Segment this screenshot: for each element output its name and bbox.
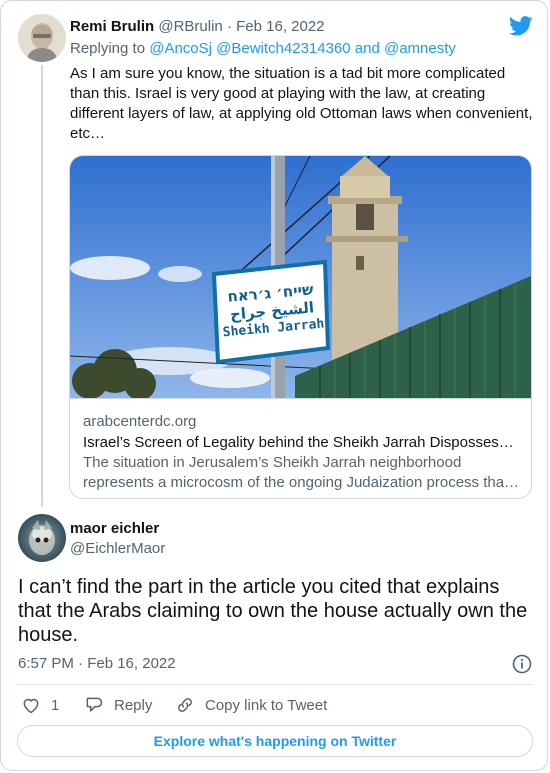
- tweet-text-line: As I am sure you know, the situation is …: [70, 65, 506, 82]
- author-name[interactable]: maor eichler: [70, 519, 159, 539]
- replying-to: Replying to @AncoSj @Bewitch42314360 and…: [70, 39, 456, 59]
- explore-label: Explore what's happening on Twitter: [153, 733, 397, 749]
- main-tweet-text: I can’t find the part in the article you…: [18, 575, 527, 647]
- reply-tweet-header: Remi Brulin @RBrulin · Feb 16, 2022: [70, 17, 325, 37]
- reply-button[interactable]: Reply: [84, 693, 152, 717]
- copy-link-label: Copy link to Tweet: [205, 696, 328, 714]
- heart-icon: [23, 698, 39, 714]
- thread-connector: [41, 65, 43, 507]
- tweet-text-line: etc…: [70, 125, 106, 142]
- author-handle[interactable]: @EichlerMaor: [70, 539, 165, 559]
- explore-button[interactable]: Explore what's happening on Twitter: [17, 725, 533, 757]
- author-handle[interactable]: @RBrulin: [158, 18, 222, 35]
- twitter-bird-icon[interactable]: [508, 16, 533, 41]
- link-title: Israel’s Screen of Legality behind the S…: [83, 434, 514, 451]
- replying-to-label: Replying to: [70, 40, 150, 57]
- tweet-timestamp[interactable]: 6:57 PM · Feb 16, 2022: [18, 654, 176, 674]
- divider: [17, 684, 533, 685]
- tweet-date[interactable]: · Feb 16, 2022: [227, 18, 325, 35]
- reply-tweet-text: As I am sure you know, the situation is …: [70, 64, 533, 144]
- card-divider: [70, 398, 531, 399]
- tweet-embed-card: Remi Brulin @RBrulin · Feb 16, 2022 Repl…: [0, 0, 548, 771]
- copy-link-button[interactable]: Copy link to Tweet: [175, 693, 327, 717]
- link-preview-card[interactable]: שייח׳ ג׳ראח الشيخ جراح Sheikh Jarrah ara…: [69, 155, 532, 499]
- link-description: The situation in Jerusalem’s Sheikh Jarr…: [83, 453, 519, 493]
- avatar[interactable]: [18, 14, 66, 62]
- like-count: 1: [51, 696, 60, 714]
- info-icon[interactable]: [511, 653, 533, 680]
- link-description-line: represents a microcosm of the ongoing Ju…: [83, 474, 520, 491]
- link-domain: arabcenterdc.org: [83, 413, 197, 430]
- reply-label: Reply: [114, 696, 153, 714]
- link-description-line: The situation in Jerusalem’s Sheikh Jarr…: [83, 454, 462, 471]
- tweet-text-line: than this. Israel is very good at playin…: [70, 85, 486, 102]
- avatar[interactable]: [18, 514, 66, 562]
- tweet-text-line: I can’t find the part in the article you…: [18, 576, 500, 598]
- link-icon: [178, 698, 192, 712]
- street-sign: שייח׳ ג׳ראח الشيخ جراح Sheikh Jarrah: [218, 280, 326, 343]
- tweet-text-line: different layers of law, at applying old…: [70, 105, 533, 122]
- speech-bubble-icon: [86, 697, 103, 712]
- tweet-text-line: house.: [18, 624, 79, 646]
- author-name[interactable]: Remi Brulin: [70, 18, 154, 35]
- link-preview-image: שייח׳ ג׳ראח الشيخ جراح Sheikh Jarrah: [70, 156, 531, 400]
- replying-to-handles[interactable]: @AncoSj @Bewitch42314360 and @amnesty: [149, 40, 456, 57]
- tweet-text-line: that the Arabs claiming to own the house…: [18, 600, 528, 622]
- like-button[interactable]: 1: [21, 693, 59, 717]
